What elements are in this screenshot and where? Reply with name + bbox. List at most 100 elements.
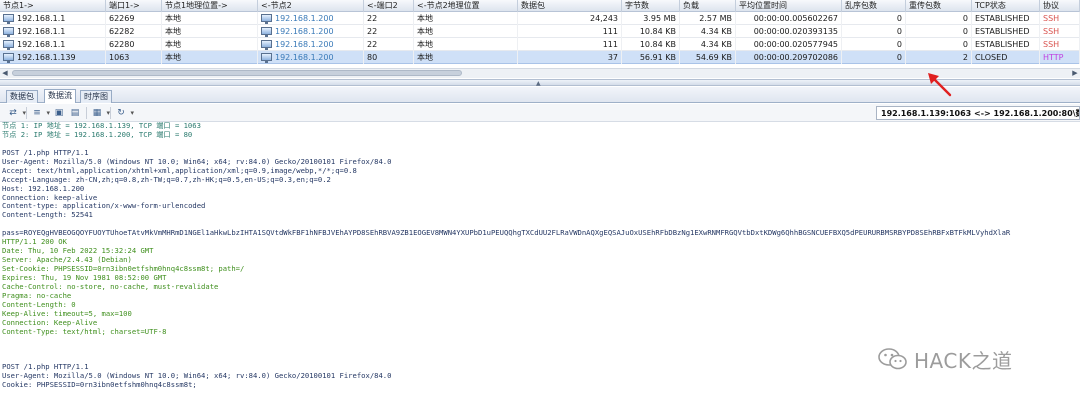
swap-icon[interactable]: ⇄: [6, 107, 26, 119]
watermark: HACK之道: [878, 344, 1012, 374]
cell-geo1: 本地: [162, 25, 258, 38]
computer-icon: [261, 40, 272, 50]
stream-line: Content-type: application/x-www-form-url…: [2, 202, 206, 211]
scroll-right-icon[interactable]: ▶: [1070, 69, 1080, 78]
panel-splitter[interactable]: ▲: [0, 79, 1080, 87]
cell-text: 192.168.1.139: [17, 53, 76, 62]
cell-tcp-state: ESTABLISHED: [972, 12, 1040, 25]
stream-line: Content-Length: 0: [2, 300, 76, 309]
cell-payload: 4.34 KB: [680, 38, 736, 51]
stream-line: Cookie: PHPSESSID=0rn3ibn0etfshm0hnq4c8s…: [2, 381, 197, 390]
tab-data-stream[interactable]: 数据流: [44, 89, 76, 103]
cell-text: 10.84 KB: [639, 27, 676, 36]
cell-tcp-state: CLOSED: [972, 51, 1040, 64]
cell-geo2: 本地: [414, 51, 518, 64]
column-header[interactable]: 节点1地理位置->: [162, 0, 258, 12]
stream-line: 节点 2: IP 地址 = 192.168.1.200, TCP 端口 = 80: [2, 130, 193, 139]
filter-icon[interactable]: ≡: [30, 107, 50, 119]
cell-text: 192.168.1.1: [17, 14, 66, 23]
cell-packets: 111: [518, 38, 622, 51]
cell-geo1: 本地: [162, 51, 258, 64]
stream-line: User-Agent: Mozilla/5.0 (Windows NT 10.0…: [2, 157, 392, 166]
table-row[interactable]: 192.168.1.1 62269 本地 192.168.1.200 22 本地 24,24…: [0, 12, 1080, 25]
stream-line: 节点 1: IP 地址 = 192.168.1.139, TCP 端口 = 10…: [2, 122, 201, 130]
cell-retrans: 2: [906, 51, 972, 64]
cell-text: 192.168.1.1: [17, 40, 66, 49]
table-body: 192.168.1.1 62269 本地 192.168.1.200 22 本地 24,24…: [0, 12, 1080, 64]
column-header[interactable]: 平均位置时间: [736, 0, 842, 12]
cell-text: 111: [602, 27, 618, 36]
cell-port2: 22: [364, 38, 414, 51]
cell-text: 192.168.1.200: [275, 40, 334, 49]
cell-text: 0: [896, 27, 902, 36]
cell-text: 0: [896, 40, 902, 49]
column-header[interactable]: 字节数: [622, 0, 680, 12]
cell-text: 0: [962, 40, 968, 49]
cell-text: 22: [367, 27, 378, 36]
cell-text: 192.168.1.1: [17, 27, 66, 36]
cell-port1: 62280: [106, 38, 162, 51]
column-header[interactable]: 端口1->: [106, 0, 162, 12]
column-header[interactable]: 节点1->: [0, 0, 106, 12]
cell-text: SSH: [1043, 14, 1060, 23]
column-header[interactable]: 数据包: [518, 0, 622, 12]
cell-text: 22: [367, 40, 378, 49]
column-header[interactable]: TCP状态: [972, 0, 1040, 12]
horizontal-scrollbar[interactable]: ◀ ▶: [0, 68, 1080, 78]
cell-protocol: HTTP: [1040, 51, 1080, 64]
cell-text: 本地: [165, 53, 181, 62]
cell-payload: 54.69 KB: [680, 51, 736, 64]
column-header[interactable]: <-节点2: [258, 0, 364, 12]
cell-packets: 24,243: [518, 12, 622, 25]
cell-payload: 4.34 KB: [680, 25, 736, 38]
connection-table: 节点1-> 端口1-> 节点1地理位置-> <-节点2 <-端口2 <-节点2地理位置 数据…: [0, 0, 1080, 76]
cell-geo2: 本地: [414, 12, 518, 25]
toolbar-separator: [110, 107, 111, 119]
column-header[interactable]: 重传包数: [906, 0, 972, 12]
column-header[interactable]: <-端口2: [364, 0, 414, 12]
table-row[interactable]: 192.168.1.139 1063 本地 192.168.1.200 80 本地 37 56…: [0, 51, 1080, 64]
scroll-left-icon[interactable]: ◀: [0, 69, 10, 78]
cell-text: 1063: [109, 53, 130, 62]
cell-text: 80: [367, 53, 378, 62]
image-icon[interactable]: ▣: [52, 107, 66, 119]
column-header[interactable]: 协议: [1040, 0, 1080, 12]
cell-text: 00:00:00.020577945: [753, 40, 838, 49]
cell-port1: 62269: [106, 12, 162, 25]
scrollbar-thumb[interactable]: [12, 70, 462, 76]
cell-avg-time: 00:00:00.020393135: [736, 25, 842, 38]
cell-text: 62282: [109, 27, 135, 36]
cell-text: 111: [602, 40, 618, 49]
column-header[interactable]: <-节点2地理位置: [414, 0, 518, 12]
cell-text: 2: [962, 53, 968, 62]
computer-icon: [3, 27, 14, 37]
table-row[interactable]: 192.168.1.1 62280 本地 192.168.1.200 22 本地 111 10…: [0, 38, 1080, 51]
cell-text: 24,243: [590, 14, 618, 23]
cell-text: 37: [607, 53, 618, 62]
cell-text: 192.168.1.200: [275, 14, 334, 23]
cell-avg-time: 00:00:00.005602267: [736, 12, 842, 25]
tab-packets[interactable]: 数据包: [6, 90, 38, 103]
column-header[interactable]: 负载: [680, 0, 736, 12]
refresh-icon[interactable]: ↻: [114, 107, 134, 119]
save-icon[interactable]: ▦: [90, 107, 110, 119]
cell-port2: 22: [364, 12, 414, 25]
tab-sequence-diagram[interactable]: 时序图: [80, 90, 112, 103]
export-icon[interactable]: ▤: [68, 107, 82, 119]
table-row[interactable]: 192.168.1.1 62282 本地 192.168.1.200 22 本地 111 10…: [0, 25, 1080, 38]
cell-tcp-state: ESTABLISHED: [972, 38, 1040, 51]
stream-line: Date: Thu, 10 Feb 2022 15:32:24 GMT: [2, 247, 154, 256]
cell-node2: 192.168.1.200: [258, 25, 364, 38]
tab-bar: 数据包 数据流 时序图: [0, 87, 1080, 103]
splitter-grip-icon[interactable]: ▲: [536, 81, 541, 87]
cell-text: 54.69 KB: [695, 53, 732, 62]
cell-text: 本地: [417, 53, 433, 62]
stream-line: Accept: text/html,application/xhtml+xml,…: [2, 166, 357, 175]
cell-packets: 111: [518, 25, 622, 38]
cell-node1: 192.168.1.1: [0, 12, 106, 25]
cell-retrans: 0: [906, 38, 972, 51]
stream-line: pass=ROYEQgHVBEOGQOYFUOYTUhoeTAtvMkVmMHR…: [2, 229, 1011, 238]
cell-node2: 192.168.1.200: [258, 12, 364, 25]
column-header[interactable]: 乱序包数: [842, 0, 906, 12]
cell-geo2: 本地: [414, 38, 518, 51]
